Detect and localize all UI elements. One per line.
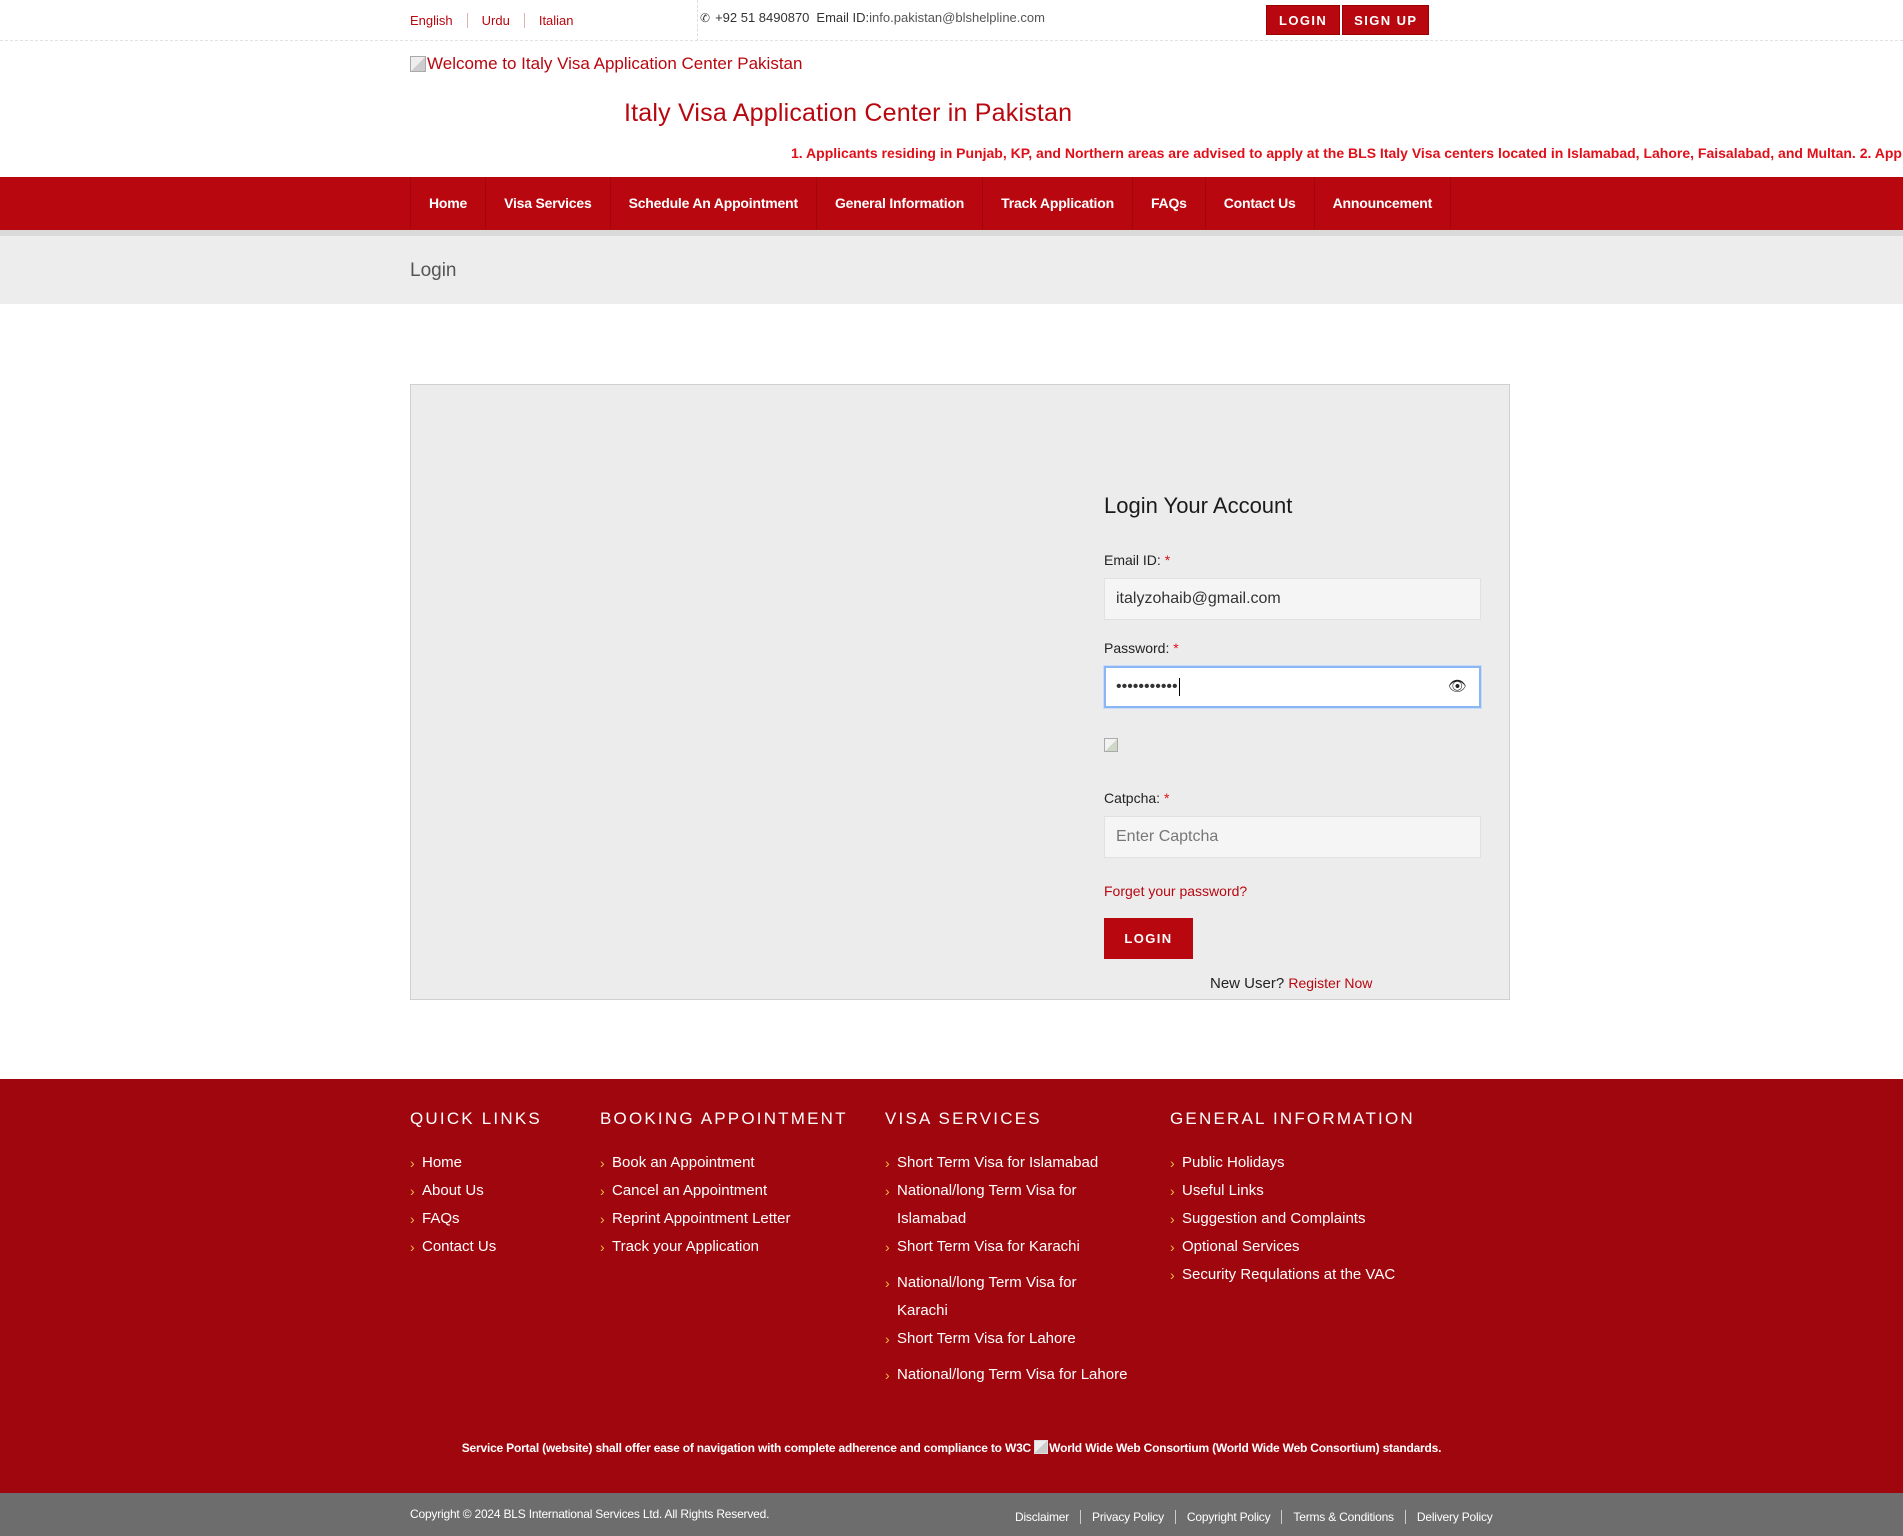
top-login-button[interactable]: LOGIN: [1266, 5, 1341, 35]
footer-link[interactable]: Cancel an Appointment: [600, 1177, 848, 1205]
nav-home[interactable]: Home: [411, 177, 487, 230]
auth-buttons: LOGIN SIGN UP: [1266, 5, 1430, 35]
password-field-value: •••••••••••: [1116, 678, 1178, 695]
broken-image-icon: [1034, 1440, 1049, 1454]
captcha-placeholder: Enter Captcha: [1116, 828, 1219, 845]
footer-heading: VISA SERVICES: [885, 1109, 1042, 1128]
nav-schedule-appointment[interactable]: Schedule An Appointment: [611, 177, 817, 230]
lang-urdu[interactable]: Urdu: [466, 13, 524, 28]
policy-link-delivery[interactable]: Delivery Policy: [1404, 1510, 1504, 1524]
footer-link[interactable]: Short Term Visa for Islamabad: [885, 1149, 1127, 1177]
page-title: Login: [410, 260, 457, 281]
nav-announcement[interactable]: Announcement: [1315, 177, 1452, 230]
footer-heading: BOOKING APPOINTMENT: [600, 1109, 848, 1128]
nav-general-information[interactable]: General Information: [817, 177, 984, 230]
footer-link[interactable]: Home: [410, 1149, 542, 1177]
nav-contact-us[interactable]: Contact Us: [1206, 177, 1315, 230]
login-form: Login Your Account Email ID: * italyzoha…: [1104, 493, 1481, 959]
password-field[interactable]: ••••••••••• 👁: [1104, 666, 1481, 708]
captcha-image: [1104, 738, 1118, 752]
password-label-text: Password:: [1104, 640, 1170, 656]
lang-english[interactable]: English: [410, 13, 467, 28]
nav-visa-services[interactable]: Visa Services: [486, 177, 611, 230]
top-bar: English Urdu Italian ✆ +92 51 8490870 Ema…: [0, 0, 1903, 41]
w3c-text-after: World Wide Web Consortium (World Wide We…: [1049, 1441, 1442, 1455]
login-heading: Login Your Account: [1104, 493, 1293, 518]
new-user-prompt: New User? Register Now: [1210, 975, 1372, 992]
footer-visa-services: VISA SERVICES Short Term Visa for Islama…: [885, 1109, 1127, 1389]
footer-link[interactable]: Contact Us: [410, 1233, 542, 1261]
required-mark: *: [1173, 640, 1179, 656]
footer-heading: GENERAL INFORMATION: [1170, 1109, 1415, 1128]
eye-icon[interactable]: 👁: [1448, 668, 1467, 706]
footer-link[interactable]: About Us: [410, 1177, 542, 1205]
captcha-field[interactable]: Enter Captcha: [1104, 816, 1481, 858]
announcement-marquee: 1. Applicants residing in Punjab, KP, an…: [791, 145, 1903, 161]
breadcrumb: Login: [0, 236, 1903, 304]
footer-link[interactable]: FAQs: [410, 1205, 542, 1233]
footer-booking: BOOKING APPOINTMENT Book an Appointment …: [600, 1109, 848, 1261]
password-field-label: Password: *: [1104, 640, 1481, 656]
broken-image-icon: [410, 56, 426, 72]
footer-quick-links: QUICK LINKS Home About Us FAQs Contact U…: [410, 1109, 542, 1261]
register-link[interactable]: Register Now: [1288, 975, 1372, 991]
policy-link-disclaimer[interactable]: Disclaimer: [1003, 1510, 1080, 1524]
forgot-password-link[interactable]: Forget your password?: [1104, 883, 1481, 899]
footer-link[interactable]: Reprint Appointment Letter: [600, 1205, 848, 1233]
phone-text: +92 51 8490870: [715, 10, 810, 25]
footer-heading: QUICK LINKS: [410, 1109, 542, 1128]
policy-link-privacy[interactable]: Privacy Policy: [1080, 1510, 1175, 1524]
email-value[interactable]: info.pakistan@blshelpline.com: [869, 10, 1045, 25]
w3c-text: Service Portal (website) shall offer eas…: [461, 1441, 1032, 1455]
site-logo[interactable]: Welcome to Italy Visa Application Center…: [410, 54, 802, 74]
required-mark: *: [1163, 790, 1170, 806]
site-title: Italy Visa Application Center in Pakista…: [624, 99, 1073, 127]
main-nav: Home Visa Services Schedule An Appointme…: [0, 177, 1903, 230]
captcha-label-text: Catpcha:: [1104, 790, 1161, 806]
footer-link-continued[interactable]: Karachi: [885, 1297, 1127, 1325]
nav-track-application[interactable]: Track Application: [983, 177, 1133, 230]
footer-link[interactable]: National/long Term Visa for: [885, 1269, 1127, 1297]
text-caret: [1178, 677, 1180, 696]
lang-italian[interactable]: Italian: [523, 13, 588, 28]
phone-number: ✆ +92 51 8490870: [698, 10, 816, 41]
top-signup-button[interactable]: SIGN UP: [1342, 5, 1430, 35]
contact-info: ✆ +92 51 8490870 Email ID:info.pakistan@b…: [697, 0, 1045, 41]
policy-link-terms[interactable]: Terms & Conditions: [1281, 1510, 1404, 1524]
required-mark: *: [1164, 552, 1171, 568]
policy-link-copyright[interactable]: Copyright Policy: [1174, 1510, 1282, 1524]
email-label: Email ID:: [816, 10, 870, 25]
w3c-statement: Service Portal (website) shall offer eas…: [0, 1440, 1903, 1455]
footer-link[interactable]: Short Term Visa for Lahore: [885, 1325, 1127, 1353]
footer-link[interactable]: National/long Term Visa for: [885, 1177, 1127, 1205]
copyright-text: Copyright © 2024 BLS International Servi…: [410, 1507, 770, 1521]
footer-link[interactable]: Optional Services: [1170, 1233, 1415, 1261]
language-switcher: English Urdu Italian: [410, 13, 588, 28]
footer: QUICK LINKS Home About Us FAQs Contact U…: [0, 1079, 1903, 1493]
footer-link[interactable]: Security Requlations at the VAC: [1170, 1261, 1415, 1289]
copyright-bar: Copyright © 2024 BLS International Servi…: [0, 1493, 1903, 1536]
footer-link[interactable]: Track your Application: [600, 1233, 848, 1261]
email-field-value: italyzohaib@gmail.com: [1116, 590, 1281, 607]
footer-general-information: GENERAL INFORMATION Public Holidays Usef…: [1170, 1109, 1415, 1289]
email-label-text: Email ID:: [1104, 552, 1161, 568]
footer-link[interactable]: Useful Links: [1170, 1177, 1415, 1205]
footer-link-continued[interactable]: Islamabad: [885, 1205, 1127, 1233]
logo-alt-text: Welcome to Italy Visa Application Center…: [427, 54, 803, 73]
footer-link[interactable]: Suggestion and Complaints: [1170, 1205, 1415, 1233]
email-info: Email ID:info.pakistan@blshelpline.com: [816, 10, 1045, 41]
footer-link[interactable]: Public Holidays: [1170, 1149, 1415, 1177]
phone-icon: ✆: [700, 11, 711, 25]
login-panel: Login Your Account Email ID: * italyzoha…: [410, 384, 1510, 1000]
footer-link[interactable]: National/long Term Visa for Lahore: [885, 1361, 1127, 1389]
email-field-label: Email ID: *: [1104, 552, 1481, 568]
footer-link[interactable]: Short Term Visa for Karachi: [885, 1233, 1127, 1261]
policy-links: Disclaimer Privacy Policy Copyright Poli…: [1003, 1510, 1504, 1524]
footer-link[interactable]: Book an Appointment: [600, 1149, 848, 1177]
login-button[interactable]: LOGIN: [1104, 918, 1193, 959]
nav-faqs[interactable]: FAQs: [1133, 177, 1206, 230]
captcha-field-label: Catpcha: *: [1104, 790, 1481, 806]
email-field[interactable]: italyzohaib@gmail.com: [1104, 578, 1481, 620]
new-user-text: New User?: [1210, 975, 1285, 992]
